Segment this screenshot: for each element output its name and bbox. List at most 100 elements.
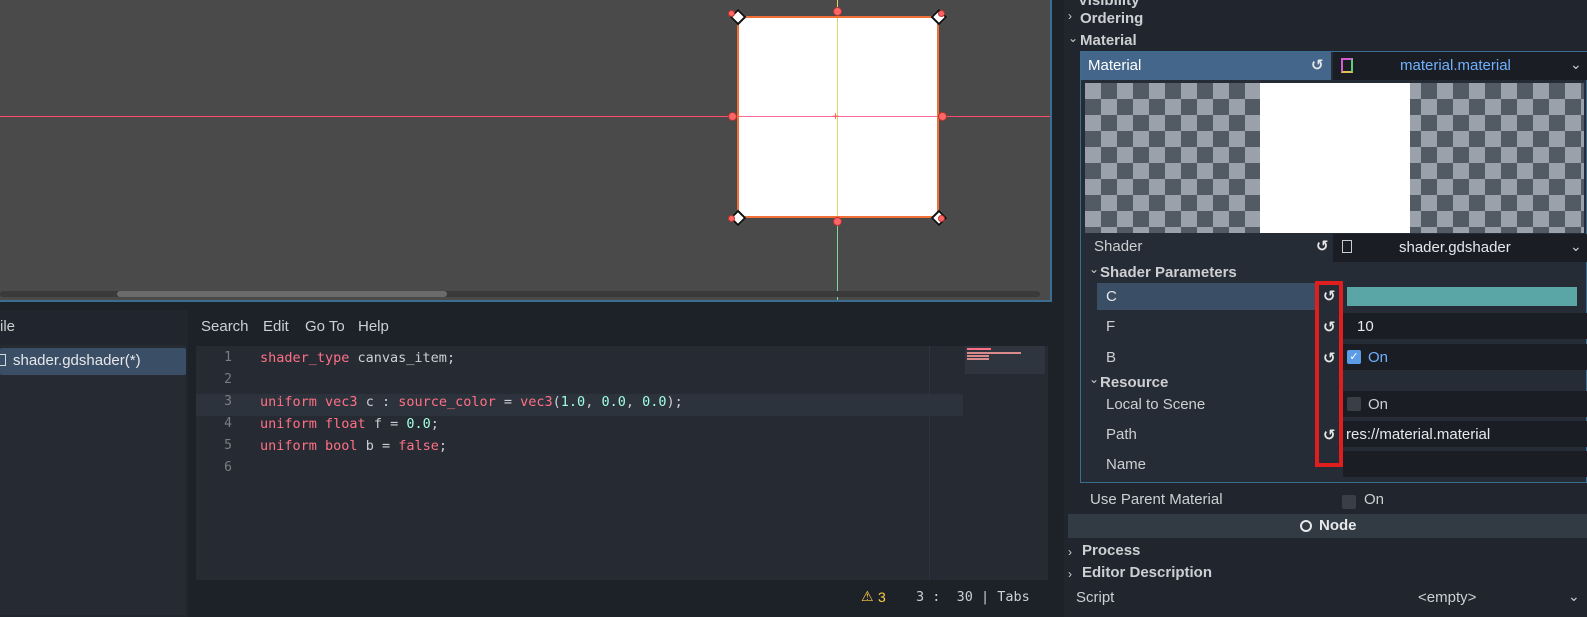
material-label: Material bbox=[1088, 57, 1142, 74]
viewport-hscroll-thumb[interactable] bbox=[117, 291, 447, 297]
line-number: 3 bbox=[224, 394, 232, 409]
code-line[interactable]: uniform float f = 0.0; bbox=[260, 416, 439, 432]
dropdown-chevron-icon[interactable]: ⌄ bbox=[1570, 56, 1582, 73]
warning-count[interactable]: 3 bbox=[878, 589, 886, 605]
code-line[interactable]: uniform bool b = false; bbox=[260, 438, 447, 454]
material-preview-quad bbox=[1260, 83, 1410, 233]
section-editor-description[interactable]: Editor Description bbox=[1082, 564, 1212, 581]
shader-label: Shader bbox=[1094, 238, 1143, 255]
script-value: <empty> bbox=[1418, 589, 1477, 606]
minimap-line bbox=[967, 348, 991, 350]
cursor-position: 3 : 30 | Tabs bbox=[916, 589, 1030, 605]
name-input[interactable] bbox=[1343, 451, 1587, 477]
node-category-label: Node bbox=[1319, 517, 1357, 534]
code-token: c : bbox=[357, 394, 399, 410]
param-c-label: C bbox=[1106, 288, 1117, 305]
line-number: 5 bbox=[224, 438, 232, 453]
code-token: , bbox=[585, 394, 602, 410]
viewport-border bbox=[0, 0, 1052, 302]
use-parent-material-value: On bbox=[1364, 491, 1385, 508]
menu-search[interactable]: Search bbox=[201, 318, 249, 335]
node-icon bbox=[1300, 520, 1312, 532]
file-list-item-label: shader.gdshader(*) bbox=[13, 352, 141, 369]
minimap[interactable] bbox=[965, 346, 1048, 580]
param-f-spinbox[interactable]: 10 bbox=[1343, 313, 1587, 339]
line-number: 1 bbox=[224, 350, 232, 365]
line-number: 2 bbox=[224, 372, 232, 387]
code-editor[interactable]: 1 shader_type canvas_item; 2 3 uniform vec3 … bbox=[196, 346, 1048, 580]
use-parent-material-label: Use Parent Material bbox=[1090, 491, 1223, 508]
chevron-right-icon[interactable]: › bbox=[1068, 567, 1072, 581]
menu-goto[interactable]: Go To bbox=[305, 318, 345, 335]
script-label: Script bbox=[1076, 589, 1115, 606]
shader-file-icon bbox=[1342, 240, 1352, 253]
dropdown-chevron-icon[interactable]: ⌄ bbox=[1570, 238, 1582, 255]
param-f-value: 10 bbox=[1357, 318, 1374, 335]
code-token: 0.0 bbox=[601, 394, 626, 410]
path-label: Path bbox=[1106, 426, 1137, 443]
param-b-label: B bbox=[1106, 349, 1117, 366]
inspector-splitter[interactable] bbox=[1052, 0, 1064, 617]
chevron-down-icon[interactable]: ⌄ bbox=[1068, 31, 1078, 45]
section-ordering[interactable]: Ordering bbox=[1080, 10, 1143, 27]
menu-file[interactable]: ile bbox=[0, 318, 15, 335]
node-category-header: Node bbox=[1068, 514, 1587, 538]
code-token: bool bbox=[325, 438, 358, 454]
section-visibility[interactable]: Visibility bbox=[1078, 0, 1139, 9]
code-token: uniform bbox=[260, 416, 317, 432]
local-to-scene-checkbox-row[interactable]: On bbox=[1343, 391, 1587, 417]
warning-icon[interactable]: ⚠ bbox=[861, 588, 874, 605]
file-icon bbox=[0, 354, 6, 366]
material-resource-picker[interactable]: material.material ⌄ bbox=[1333, 52, 1587, 80]
path-input[interactable]: res://material.material bbox=[1343, 421, 1587, 447]
code-token: source_color bbox=[398, 394, 496, 410]
chevron-down-icon[interactable]: ⌄ bbox=[1089, 372, 1099, 386]
section-material[interactable]: Material bbox=[1080, 32, 1137, 49]
code-token: vec3 bbox=[325, 394, 358, 410]
reset-icon[interactable]: ↺ bbox=[1311, 56, 1324, 74]
section-shader-parameters[interactable]: Shader Parameters bbox=[1100, 264, 1237, 281]
script-resource-picker[interactable]: <empty> ⌄ bbox=[1343, 584, 1587, 612]
chevron-right-icon[interactable]: › bbox=[1068, 545, 1072, 559]
code-line[interactable]: uniform vec3 c : source_color = vec3(1.0… bbox=[260, 394, 683, 410]
code-token: uniform bbox=[260, 438, 317, 454]
code-token: , bbox=[625, 394, 643, 410]
name-label: Name bbox=[1106, 456, 1147, 473]
chevron-down-icon[interactable]: ⌄ bbox=[1089, 262, 1099, 276]
code-token: ; bbox=[430, 416, 439, 432]
dropdown-chevron-icon[interactable]: ⌄ bbox=[1568, 588, 1580, 605]
code-token: false bbox=[398, 438, 439, 454]
chevron-right-icon[interactable]: › bbox=[1068, 9, 1072, 23]
code-token: uniform bbox=[260, 394, 317, 410]
color-swatch-picker[interactable] bbox=[1347, 287, 1577, 306]
checkbox-unchecked-icon[interactable] bbox=[1347, 397, 1361, 411]
code-token: 0.0 bbox=[642, 394, 667, 410]
code-token: ); bbox=[666, 394, 683, 410]
reset-icon[interactable]: ↺ bbox=[1316, 237, 1329, 255]
code-token: ; bbox=[438, 438, 447, 454]
minimap-viewport bbox=[965, 346, 1045, 374]
param-c-row[interactable]: C bbox=[1097, 283, 1317, 310]
section-process[interactable]: Process bbox=[1082, 542, 1140, 559]
menu-edit[interactable]: Edit bbox=[263, 318, 289, 335]
param-b-checkbox-row[interactable]: ✓ On bbox=[1343, 344, 1587, 370]
shader-resource-picker[interactable]: shader.gdshader ⌄ bbox=[1333, 234, 1587, 262]
section-resource[interactable]: Resource bbox=[1100, 374, 1168, 391]
material-value: material.material bbox=[1400, 57, 1511, 74]
menu-help[interactable]: Help bbox=[358, 318, 389, 335]
code-token: 1.0 bbox=[560, 394, 586, 410]
code-line[interactable]: shader_type canvas_item; bbox=[260, 350, 455, 366]
code-token: shader_type bbox=[260, 350, 350, 366]
material-property-row[interactable]: Material ↺ bbox=[1081, 52, 1331, 80]
file-list-item-selected[interactable]: shader.gdshader(*) bbox=[0, 348, 186, 375]
script-file-list bbox=[0, 345, 186, 615]
material-icon bbox=[1341, 58, 1353, 73]
param-f-label: F bbox=[1106, 318, 1116, 335]
highlight-box bbox=[1315, 281, 1343, 467]
code-token: b = bbox=[357, 438, 399, 454]
path-value: res://material.material bbox=[1346, 426, 1491, 443]
checkbox-unchecked-icon[interactable] bbox=[1342, 495, 1356, 509]
checkbox-checked-icon[interactable]: ✓ bbox=[1347, 350, 1361, 364]
